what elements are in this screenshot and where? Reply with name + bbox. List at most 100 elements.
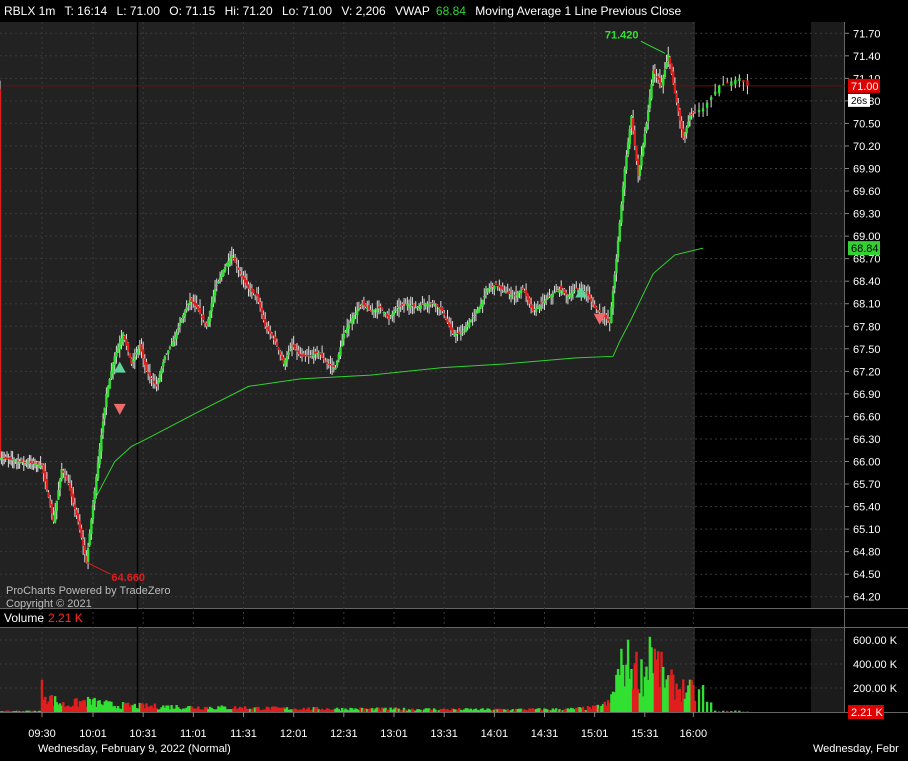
candle-body [21, 459, 24, 462]
x-tick-label: 15:01 [581, 728, 609, 740]
candle-body [685, 127, 688, 134]
x-tick-label: 13:01 [380, 728, 408, 740]
chart-canvas[interactable]: 71.7071.4071.1070.8070.5070.2069.9069.60… [0, 0, 908, 761]
volume-bar [693, 700, 697, 712]
candle-body [613, 274, 616, 289]
volume-bar [726, 710, 729, 712]
date-label-left: Wednesday, February 9, 2022 (Normal) [38, 743, 231, 755]
candle-body [610, 306, 613, 324]
candle-body [264, 319, 267, 327]
candle-body [640, 154, 643, 166]
y-tick-label: 68.70 [853, 254, 881, 266]
volume-bar [746, 711, 749, 712]
candle-body [444, 316, 448, 319]
symbol-label[interactable]: RBLX 1m [4, 4, 55, 18]
candle-body [615, 258, 618, 273]
candle-body [233, 257, 237, 263]
volume-tick-label: 200.00 K [853, 683, 898, 695]
candle-body [90, 519, 93, 534]
candle-body [277, 347, 280, 351]
candle-body [81, 538, 85, 546]
candle-body [555, 291, 558, 293]
candle-body [60, 469, 63, 480]
candle-body [459, 333, 463, 335]
study-labels[interactable]: Moving Average 1 Line Previous Close [475, 4, 681, 18]
candle-body [96, 462, 100, 479]
watermark-line1: ProCharts Powered by TradeZero [6, 585, 171, 597]
volume-tick-label: 400.00 K [853, 659, 898, 671]
candle-body [705, 102, 709, 108]
candle-body [175, 332, 178, 340]
candle-body [150, 378, 153, 380]
candle-body [621, 186, 625, 203]
candle-body [544, 299, 548, 301]
candle-body [287, 352, 290, 355]
candle-body [673, 83, 677, 94]
candle-body [289, 348, 292, 351]
candle-body [55, 500, 59, 512]
low-annotation-label: 64.660 [111, 572, 145, 584]
candle-body [638, 165, 642, 177]
candle-body [57, 490, 60, 500]
candle-body [618, 222, 621, 242]
candle-body [62, 470, 65, 473]
candle-body [493, 285, 496, 290]
candle-body [616, 240, 620, 258]
candle-body [162, 362, 165, 367]
candle-body [329, 363, 332, 366]
candle-body [215, 284, 218, 286]
volume-header: Volume 2.21 K [0, 609, 83, 627]
candle-body [738, 78, 741, 82]
volume-after-bg [811, 628, 845, 712]
candle-body [279, 351, 282, 355]
candle-body [678, 109, 682, 121]
regular-session-bg [0, 22, 695, 608]
candle-body [238, 271, 242, 274]
volume-bar [709, 702, 713, 712]
volume-tick-label: 600.00 K [853, 635, 898, 647]
chart-root[interactable]: 71.7071.4071.1070.8070.5070.2069.9069.60… [0, 0, 908, 761]
candle-body [180, 318, 183, 323]
candle-body [210, 303, 213, 312]
candle-body [598, 310, 601, 312]
candle-body [551, 293, 555, 297]
y-tick-label: 69.60 [853, 186, 881, 198]
vwap-label[interactable]: VWAP [395, 4, 430, 18]
candle-body [687, 121, 690, 127]
candle-body [625, 155, 628, 170]
candle-body [322, 358, 325, 360]
volume-label[interactable]: Volume [4, 611, 44, 625]
candle-body [412, 303, 416, 307]
candle-body [252, 289, 255, 294]
candle-body [471, 317, 474, 319]
candle-body [473, 315, 476, 316]
candle-body [133, 356, 137, 361]
candle-body [442, 313, 446, 315]
candle-body [237, 267, 240, 270]
candle-body [528, 297, 531, 304]
high-value: Hi: 71.20 [224, 4, 273, 18]
candle-body [441, 307, 444, 312]
candle-body [155, 384, 158, 387]
candle-body [364, 304, 367, 307]
candle-body [222, 269, 225, 276]
candle-body [419, 305, 422, 309]
y-tick-label: 64.50 [853, 569, 881, 581]
candle-body [663, 70, 667, 77]
candle-body [730, 81, 733, 86]
x-tick-label: 10:31 [129, 728, 157, 740]
candle-body [332, 365, 335, 367]
candle-body [641, 144, 645, 156]
x-tick-label: 14:31 [531, 728, 559, 740]
candle-body [722, 84, 725, 86]
candle-body [458, 331, 461, 334]
candle-body [713, 91, 717, 95]
candle-body [76, 513, 80, 522]
quote-header: RBLX 1m T: 16:14 L: 71.00 O: 71.15 Hi: 7… [0, 0, 908, 22]
candle-body [202, 314, 205, 321]
candle-body [478, 307, 481, 313]
candle-body [324, 360, 327, 362]
volume-session-bg [0, 628, 695, 712]
candle-body [183, 311, 187, 317]
candle-body [464, 327, 468, 333]
